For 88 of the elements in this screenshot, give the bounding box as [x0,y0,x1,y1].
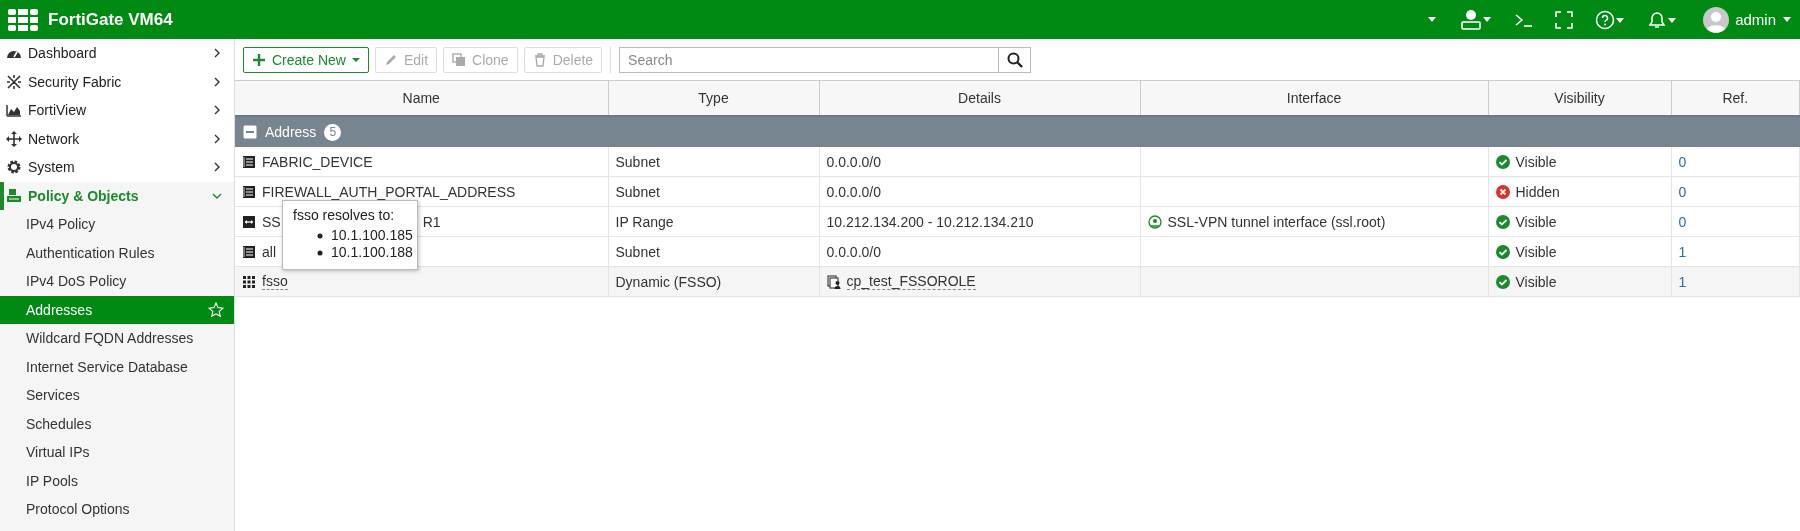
tunnel-icon [1147,214,1162,229]
table-cell: SSL-VPN tunnel interface (ssl.root) [1167,213,1386,230]
trash-icon [532,52,547,67]
column-header[interactable]: Ref. [1671,81,1800,116]
sidebar-item[interactable]: Network [0,124,234,153]
search-button[interactable] [999,46,1032,73]
policy-icon [6,187,22,204]
sidebar-item[interactable]: Authentication Rules [0,238,234,267]
logo-icon [8,7,38,32]
chart-icon [6,102,22,119]
user-menu[interactable]: admin [1735,11,1776,28]
sidebar-item[interactable]: Addresses [0,295,234,324]
sidebar-item[interactable]: Wildcard FQDN Addresses [0,324,234,353]
search-icon [1006,51,1023,68]
app-title: FortiGate VM64 [48,9,173,30]
column-header[interactable]: Visibility [1488,81,1671,116]
table-cell: Visible [1515,273,1557,290]
address-name[interactable]: R1 [422,213,441,230]
address-name[interactable]: fsso [262,273,288,290]
plus-icon [252,52,266,67]
create-button[interactable]: Create New [243,46,369,73]
bell-icon[interactable] [1647,9,1678,30]
console-icon[interactable] [1515,11,1534,28]
user-group-icon [826,274,841,289]
table-cell: Subnet [608,147,819,177]
table-cell: Subnet [608,176,819,207]
tooltip-title: fsso resolves to: [293,207,396,223]
table-cell: Dynamic (FSSO) [608,266,819,297]
caret-icon [351,55,360,64]
sidebar-item[interactable]: Virtual IPs [0,438,234,467]
move-icon [6,130,22,147]
table-cell: 0.0.0.0/0 [819,147,1140,177]
table-cell: 0.0.0.0/0 [819,236,1140,267]
sidebar-item[interactable]: IP Pools [0,466,234,495]
sidebar-item[interactable]: IPv4 Policy [0,210,234,239]
sidebar-item[interactable]: Schedules [0,409,234,438]
reference-count-link[interactable]: 0 [1678,183,1687,200]
avatar-icon[interactable] [1703,6,1730,33]
fullscreen-icon[interactable] [1555,10,1574,29]
ip-address: 10.1.100.185 [331,227,413,244]
table-cell: Subnet [608,236,819,267]
ip-address: 10.1.100.188 [331,244,413,261]
address-icon [242,244,256,259]
reference-count-link[interactable]: 1 [1678,243,1687,260]
sidebar-item[interactable]: Protocol Options [0,495,234,524]
group-label: Address [265,124,317,140]
table-cell: cp_test_FSSOROLE [846,273,976,290]
bullet-icon [317,249,323,256]
reference-count-link[interactable]: 0 [1678,153,1687,170]
sidebar-item[interactable]: IPv4 DoS Policy [0,267,234,296]
grid-icon [242,274,256,289]
address-name[interactable]: SS [262,213,281,230]
table-cell: IP Range [608,206,819,237]
bullet-icon [317,232,323,239]
fabric-icon [6,73,22,90]
sidebar-item[interactable]: Internet Service Database [0,352,234,381]
sidebar-item[interactable]: System [0,153,234,182]
column-header[interactable]: Type [608,81,819,116]
column-header[interactable]: Interface [1140,81,1488,116]
sidebar-item[interactable]: Security Fabric [0,67,234,96]
range-icon [242,214,256,229]
reference-count-link[interactable]: 1 [1678,273,1687,290]
address-name[interactable]: FIREWALL_AUTH_PORTAL_ADDRESS [262,183,516,200]
address-icon [242,154,256,169]
user-device-icon[interactable] [1459,8,1494,31]
column-header[interactable]: Name [235,81,608,116]
table-cell: Visible [1515,213,1557,230]
table-cell: Visible [1515,243,1557,260]
count-badge: 5 [324,123,342,141]
table-cell: Visible [1515,153,1557,170]
clone-icon [452,52,467,67]
address-name[interactable]: FABRIC_DEVICE [262,153,373,170]
search-field[interactable]: Search [619,46,1000,73]
table-cell: Hidden [1515,183,1560,200]
address-icon [242,184,256,199]
group-row[interactable]: Address 5 [235,116,1800,147]
address-name[interactable]: all [262,243,276,260]
table-cell: 0.0.0.0/0 [819,176,1140,207]
column-header[interactable]: Details [819,81,1140,116]
sidebar-item[interactable]: Dashboard [0,39,234,68]
star-icon[interactable] [208,301,224,318]
table-cell: 10.212.134.200 - 10.212.134.210 [819,206,1140,237]
reference-count-link[interactable]: 0 [1678,213,1687,230]
sidebar-item[interactable]: FortiView [0,96,234,125]
help-icon[interactable] [1595,9,1626,30]
pencil-icon [383,52,398,67]
sidebar-item[interactable]: Services [0,381,234,410]
gear-icon [6,159,22,176]
